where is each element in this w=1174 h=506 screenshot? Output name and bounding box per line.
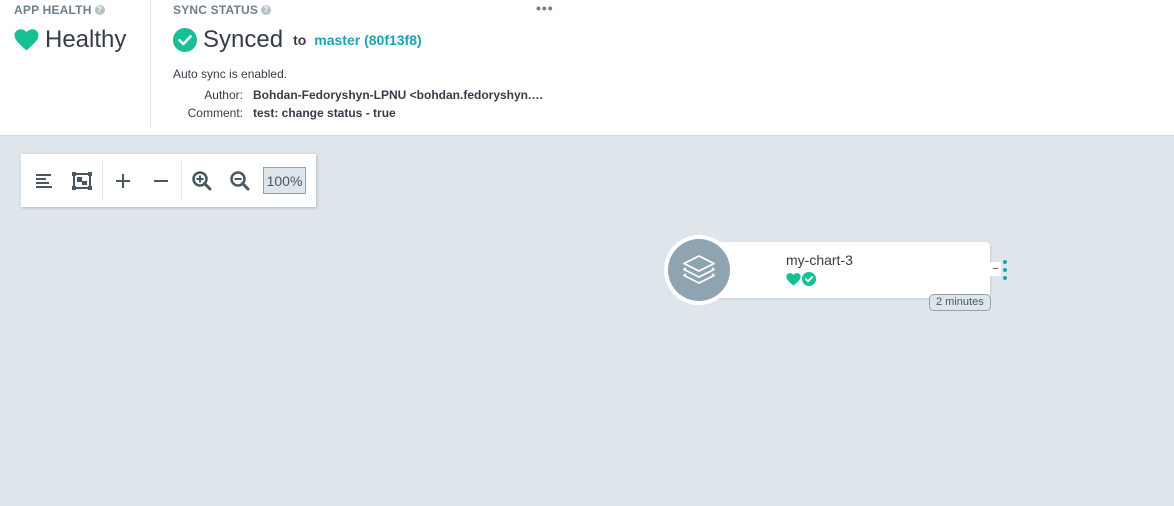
resource-node[interactable]: my-chart-3 (664, 235, 1007, 305)
zoom-level-display[interactable]: 100% (263, 167, 306, 194)
graph-toolbar: 100% (21, 154, 316, 207)
align-left-icon (36, 173, 52, 188)
comment-label: Comment: (187, 106, 243, 120)
node-collapse-button[interactable]: − (990, 262, 1001, 276)
comment-row: Comment: test: change status - true (173, 106, 553, 120)
node-status-icons (786, 272, 816, 286)
app-health-block: APP HEALTH ? Healthy (14, 3, 150, 54)
fit-view-icon (72, 171, 92, 190)
node-name[interactable]: my-chart-3 (786, 252, 853, 268)
author-label: Author: (204, 88, 243, 102)
collapse-all-button[interactable] (142, 161, 180, 201)
sync-revision-link[interactable]: master (80f13f8) (314, 32, 421, 48)
node-icon-circle (664, 235, 734, 305)
node-age-badge: 2 minutes (929, 294, 991, 311)
zoom-out-button[interactable] (221, 161, 259, 201)
comment-value: test: change status - true (253, 106, 396, 120)
node-card[interactable]: my-chart-3 (694, 242, 1007, 298)
heart-icon (786, 272, 801, 286)
help-icon[interactable]: ? (261, 5, 272, 15)
toolbar-separator (181, 160, 182, 201)
sync-to-label: to (293, 32, 307, 48)
zoom-in-icon (192, 170, 212, 190)
align-left-button[interactable] (25, 161, 63, 201)
auto-sync-text: Auto sync is enabled. (173, 67, 288, 81)
app-health-title: APP HEALTH (14, 3, 92, 17)
help-icon[interactable]: ? (94, 5, 105, 15)
zoom-in-button[interactable] (183, 161, 221, 201)
expand-all-button[interactable] (104, 161, 142, 201)
app-status-panel: APP HEALTH ? Healthy SYNC STATUS ? Synce… (0, 0, 1174, 136)
zoom-out-icon (230, 170, 250, 190)
panel-divider (150, 0, 151, 128)
author-row: Author: Bohdan-Fedoryshyn-LPNU <bohdan.f… (173, 88, 553, 102)
node-actions-menu[interactable] (1000, 260, 1010, 280)
sync-status-value: Synced (203, 26, 284, 53)
toolbar-separator (102, 160, 103, 201)
author-value: Bohdan-Fedoryshyn-LPNU <bohdan.fedoryshy… (253, 88, 553, 102)
plus-icon (116, 173, 130, 188)
sync-status-block: SYNC STATUS ? Synced to master (80f13f8) (173, 3, 563, 54)
check-circle-icon (802, 272, 816, 286)
heart-icon (14, 29, 39, 51)
more-options-icon[interactable]: ••• (536, 0, 554, 16)
check-circle-icon (173, 28, 197, 52)
layers-icon (683, 255, 715, 284)
sync-status-title: SYNC STATUS (173, 3, 259, 17)
fit-view-button[interactable] (63, 161, 101, 201)
app-health-status: Healthy (45, 26, 127, 53)
minus-icon (154, 179, 168, 182)
